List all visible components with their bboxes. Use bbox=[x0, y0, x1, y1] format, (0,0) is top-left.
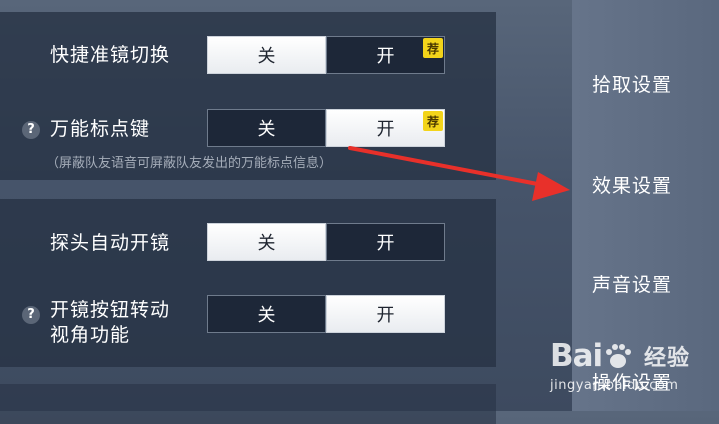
settings-content: 快捷准镜切换 关 开荐 ? 万能标点键 关 开荐 （屏蔽队友语音可屏蔽队友发出的… bbox=[0, 0, 572, 424]
toggle-off-label: 关 bbox=[257, 305, 276, 326]
settings-panel-bottom bbox=[0, 384, 496, 424]
settings-sidebar: 拾取设置 效果设置 声音设置 操作设置 bbox=[572, 0, 719, 411]
help-icon[interactable]: ? bbox=[22, 306, 40, 324]
toggle-on-option[interactable]: 开荐 bbox=[326, 109, 445, 147]
toggle-universal-mark-key: 关 开荐 bbox=[207, 109, 445, 147]
toggle-on-label: 开 bbox=[376, 119, 395, 140]
help-icon[interactable]: ? bbox=[22, 121, 40, 139]
setting-label-quick-scope-switch: 快捷准镜切换 bbox=[50, 44, 171, 66]
toggle-off-label: 关 bbox=[257, 119, 276, 140]
setting-label-scope-button-rotate-line1: 开镜按钮转动 bbox=[50, 299, 171, 321]
toggle-quick-scope-switch: 关 开荐 bbox=[207, 36, 445, 74]
toggle-on-label: 开 bbox=[376, 46, 395, 67]
recommended-badge: 荐 bbox=[423, 111, 443, 131]
toggle-on-option[interactable]: 开 bbox=[326, 295, 445, 333]
setting-label-peek-auto-scope: 探头自动开镜 bbox=[50, 232, 171, 254]
toggle-on-option[interactable]: 开荐 bbox=[326, 36, 445, 74]
sidebar-item-sound-settings[interactable]: 声音设置 bbox=[592, 270, 672, 297]
recommended-badge: 荐 bbox=[423, 38, 443, 58]
setting-label-scope-button-rotate-line2: 视角功能 bbox=[50, 324, 131, 346]
toggle-off-option[interactable]: 关 bbox=[207, 36, 326, 74]
toggle-scope-button-rotate: 关 开 bbox=[207, 295, 445, 333]
toggle-off-option[interactable]: 关 bbox=[207, 223, 326, 261]
toggle-on-option[interactable]: 开 bbox=[326, 223, 445, 261]
sidebar-item-effect-settings[interactable]: 效果设置 bbox=[592, 171, 672, 198]
toggle-on-label: 开 bbox=[376, 305, 395, 326]
sidebar-item-pickup-settings[interactable]: 拾取设置 bbox=[592, 70, 672, 97]
toggle-off-option[interactable]: 关 bbox=[207, 109, 326, 147]
toggle-off-option[interactable]: 关 bbox=[207, 295, 326, 333]
toggle-on-label: 开 bbox=[376, 233, 395, 254]
toggle-off-label: 关 bbox=[257, 46, 276, 67]
toggle-off-label: 关 bbox=[257, 233, 276, 254]
setting-note-universal-mark-key: （屏蔽队友语音可屏蔽队友发出的万能标点信息） bbox=[46, 156, 333, 171]
sidebar-item-operation-settings[interactable]: 操作设置 bbox=[592, 368, 672, 395]
setting-label-universal-mark-key: 万能标点键 bbox=[50, 118, 151, 140]
toggle-peek-auto-scope: 关 开 bbox=[207, 223, 445, 261]
